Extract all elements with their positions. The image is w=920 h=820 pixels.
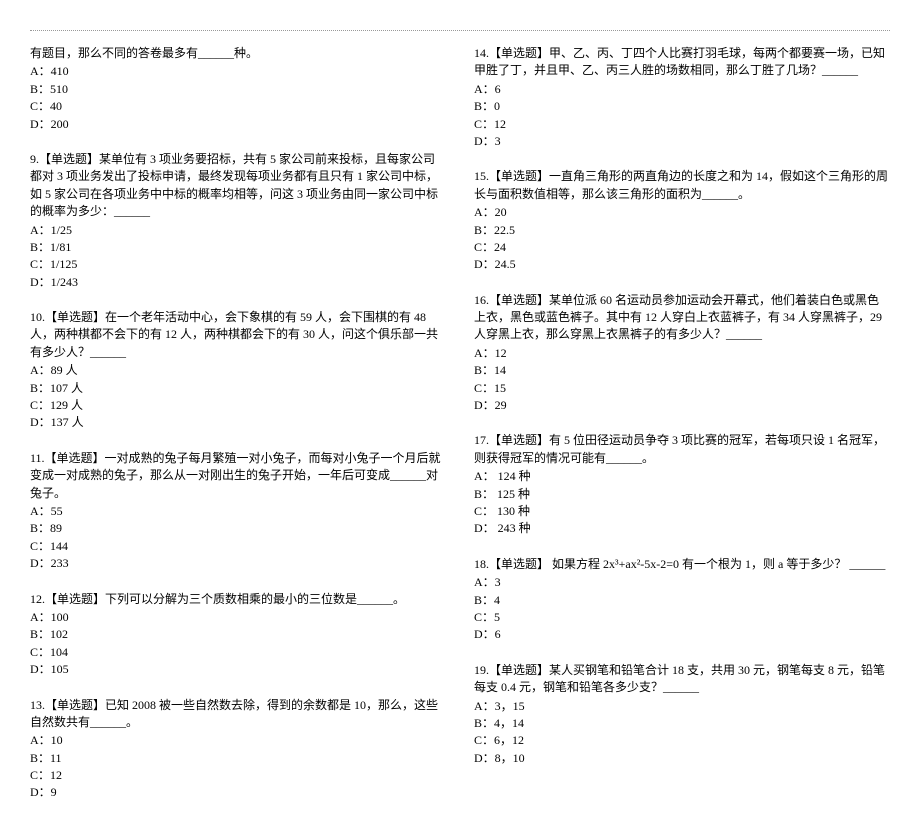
two-column-layout: 有题目，那么不同的答卷最多有______种。 A：410 B：510 C：40 … xyxy=(30,45,890,820)
question-12: 12.【单选题】下列可以分解为三个质数相乘的最小的三位数是______。 A：1… xyxy=(30,591,446,679)
option-d: D：200 xyxy=(30,116,446,133)
question-stem: 16.【单选题】某单位派 60 名运动员参加运动会开幕式，他们着装白色或黑色上衣… xyxy=(474,292,890,344)
question-stem: 19.【单选题】某人买钢笔和铅笔合计 18 支，共用 30 元，钢笔每支 8 元… xyxy=(474,662,890,697)
option-c: C：40 xyxy=(30,98,446,115)
question-stem: 12.【单选题】下列可以分解为三个质数相乘的最小的三位数是______。 xyxy=(30,591,446,608)
option-b: B：510 xyxy=(30,81,446,98)
option-a: A：3，15 xyxy=(474,698,890,715)
option-b: B：4，14 xyxy=(474,715,890,732)
question-9: 9.【单选题】某单位有 3 项业务要招标，共有 5 家公司前来投标，且每家公司都… xyxy=(30,151,446,291)
question-15: 15.【单选题】一直角三角形的两直角边的长度之和为 14，假如这个三角形的周长与… xyxy=(474,168,890,273)
question-10: 10.【单选题】在一个老年活动中心，会下象棋的有 59 人，会下围棋的有 48 … xyxy=(30,309,446,432)
option-c: C：5 xyxy=(474,609,890,626)
question-19: 19.【单选题】某人买钢笔和铅笔合计 18 支，共用 30 元，钢笔每支 8 元… xyxy=(474,662,890,767)
option-d: D：24.5 xyxy=(474,256,890,273)
option-a: A：410 xyxy=(30,63,446,80)
question-carryover: 有题目，那么不同的答卷最多有______种。 A：410 B：510 C：40 … xyxy=(30,45,446,133)
question-stem: 9.【单选题】某单位有 3 项业务要招标，共有 5 家公司前来投标，且每家公司都… xyxy=(30,151,446,221)
option-a: A：10 xyxy=(30,732,446,749)
option-b: B：14 xyxy=(474,362,890,379)
option-d: D： 243 种 xyxy=(474,520,890,537)
option-b: B：11 xyxy=(30,750,446,767)
option-a: A：1/25 xyxy=(30,222,446,239)
question-11: 11.【单选题】一对成熟的兔子每月繁殖一对小兔子，而每对小兔子一个月后就变成一对… xyxy=(30,450,446,573)
option-d: D：29 xyxy=(474,397,890,414)
option-b: B：89 xyxy=(30,520,446,537)
page-top-divider xyxy=(30,30,890,31)
option-c: C：1/125 xyxy=(30,256,446,273)
option-a: A：89 人 xyxy=(30,362,446,379)
option-b: B：102 xyxy=(30,626,446,643)
option-b: B：4 xyxy=(474,592,890,609)
option-c: C：104 xyxy=(30,644,446,661)
option-c: C：24 xyxy=(474,239,890,256)
option-c: C：12 xyxy=(30,767,446,784)
option-c: C：15 xyxy=(474,380,890,397)
question-stem: 15.【单选题】一直角三角形的两直角边的长度之和为 14，假如这个三角形的周长与… xyxy=(474,168,890,203)
option-b: B：1/81 xyxy=(30,239,446,256)
question-16: 16.【单选题】某单位派 60 名运动员参加运动会开幕式，他们着装白色或黑色上衣… xyxy=(474,292,890,415)
option-d: D：105 xyxy=(30,661,446,678)
option-a: A：55 xyxy=(30,503,446,520)
question-stem: 有题目，那么不同的答卷最多有______种。 xyxy=(30,45,446,62)
option-c: C：129 人 xyxy=(30,397,446,414)
question-stem: 18.【单选题】 如果方程 2x³+ax²-5x-2=0 有一个根为 1，则 a… xyxy=(474,556,890,573)
option-c: C： 130 种 xyxy=(474,503,890,520)
option-d: D：3 xyxy=(474,133,890,150)
option-d: D：233 xyxy=(30,555,446,572)
question-14: 14.【单选题】甲、乙、丙、丁四个人比赛打羽毛球，每两个都要赛一场，已知甲胜了丁… xyxy=(474,45,890,150)
question-17: 17.【单选题】有 5 位田径运动员争夺 3 项比赛的冠军，若每项只设 1 名冠… xyxy=(474,432,890,537)
option-a: A： 124 种 xyxy=(474,468,890,485)
question-stem: 10.【单选题】在一个老年活动中心，会下象棋的有 59 人，会下围棋的有 48 … xyxy=(30,309,446,361)
option-a: A：6 xyxy=(474,81,890,98)
option-c: C：144 xyxy=(30,538,446,555)
option-a: A：3 xyxy=(474,574,890,591)
option-b: B： 125 种 xyxy=(474,486,890,503)
option-d: D：137 人 xyxy=(30,414,446,431)
option-b: B：107 人 xyxy=(30,380,446,397)
option-d: D：9 xyxy=(30,784,446,801)
right-column: 14.【单选题】甲、乙、丙、丁四个人比赛打羽毛球，每两个都要赛一场，已知甲胜了丁… xyxy=(474,45,890,820)
question-13: 13.【单选题】已知 2008 被一些自然数去除，得到的余数都是 10，那么，这… xyxy=(30,697,446,802)
option-d: D：8，10 xyxy=(474,750,890,767)
option-b: B：0 xyxy=(474,98,890,115)
left-column: 有题目，那么不同的答卷最多有______种。 A：410 B：510 C：40 … xyxy=(30,45,446,820)
option-c: C：6，12 xyxy=(474,732,890,749)
option-a: A：12 xyxy=(474,345,890,362)
option-a: A：20 xyxy=(474,204,890,221)
option-a: A：100 xyxy=(30,609,446,626)
question-stem: 13.【单选题】已知 2008 被一些自然数去除，得到的余数都是 10，那么，这… xyxy=(30,697,446,732)
option-d: D：6 xyxy=(474,626,890,643)
option-d: D：1/243 xyxy=(30,274,446,291)
question-stem: 17.【单选题】有 5 位田径运动员争夺 3 项比赛的冠军，若每项只设 1 名冠… xyxy=(474,432,890,467)
option-c: C：12 xyxy=(474,116,890,133)
question-stem: 11.【单选题】一对成熟的兔子每月繁殖一对小兔子，而每对小兔子一个月后就变成一对… xyxy=(30,450,446,502)
question-18: 18.【单选题】 如果方程 2x³+ax²-5x-2=0 有一个根为 1，则 a… xyxy=(474,556,890,644)
option-b: B：22.5 xyxy=(474,222,890,239)
question-stem: 14.【单选题】甲、乙、丙、丁四个人比赛打羽毛球，每两个都要赛一场，已知甲胜了丁… xyxy=(474,45,890,80)
